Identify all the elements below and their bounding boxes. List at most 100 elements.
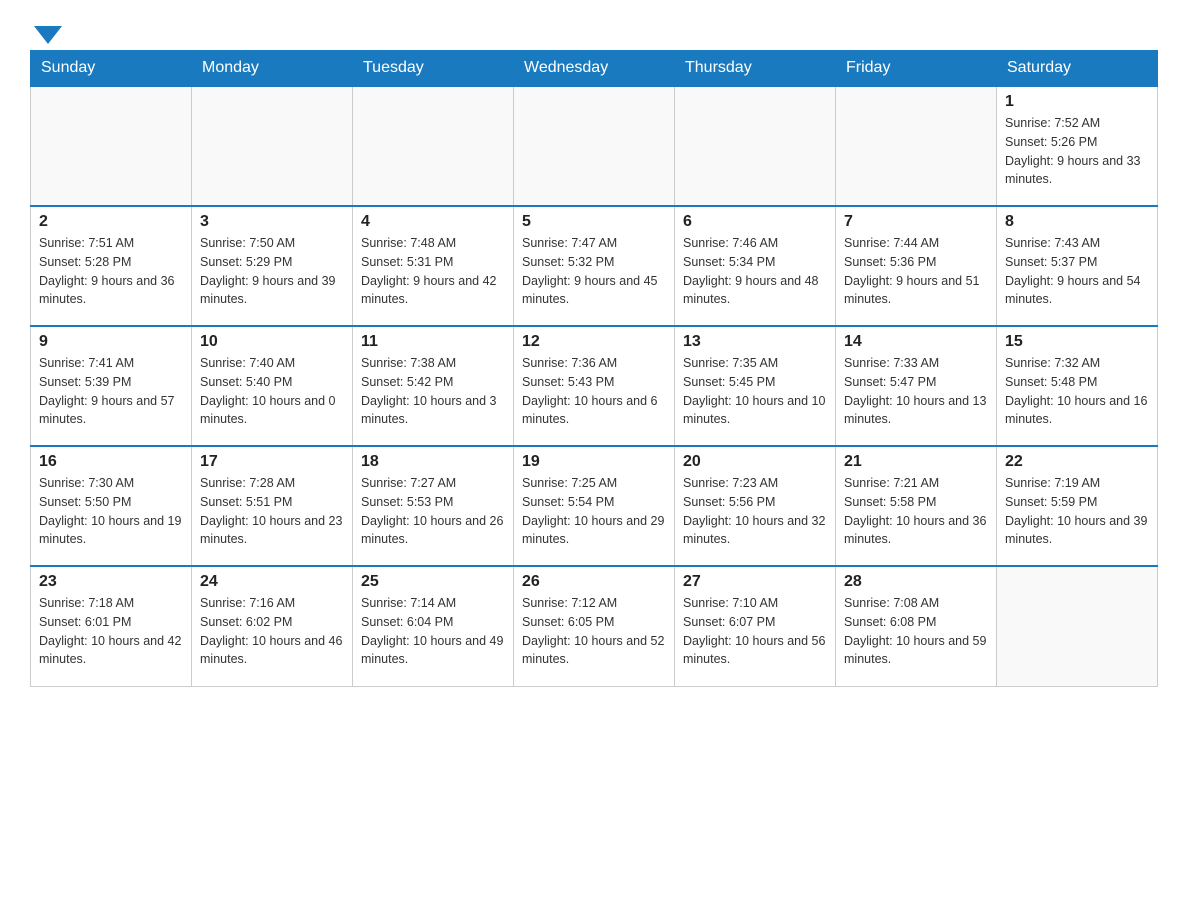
day-info: Sunrise: 7:16 AMSunset: 6:02 PMDaylight:… (200, 594, 344, 669)
day-info: Sunrise: 7:28 AMSunset: 5:51 PMDaylight:… (200, 474, 344, 549)
day-info: Sunrise: 7:38 AMSunset: 5:42 PMDaylight:… (361, 354, 505, 429)
day-info: Sunrise: 7:18 AMSunset: 6:01 PMDaylight:… (39, 594, 183, 669)
calendar-cell: 17 Sunrise: 7:28 AMSunset: 5:51 PMDayligh… (192, 446, 353, 566)
day-number: 10 (200, 333, 344, 351)
day-number: 23 (39, 573, 183, 591)
calendar-cell: 16 Sunrise: 7:30 AMSunset: 5:50 PMDayligh… (31, 446, 192, 566)
calendar-cell (836, 86, 997, 206)
day-of-week-header: Saturday (997, 51, 1158, 87)
calendar-cell: 28 Sunrise: 7:08 AMSunset: 6:08 PMDayligh… (836, 566, 997, 686)
day-of-week-header: Wednesday (514, 51, 675, 87)
day-of-week-header: Tuesday (353, 51, 514, 87)
calendar-cell (353, 86, 514, 206)
calendar-cell: 25 Sunrise: 7:14 AMSunset: 6:04 PMDayligh… (353, 566, 514, 686)
day-number: 3 (200, 213, 344, 231)
calendar-header-row: SundayMondayTuesdayWednesdayThursdayFrid… (31, 51, 1158, 87)
calendar-cell: 7 Sunrise: 7:44 AMSunset: 5:36 PMDaylight… (836, 206, 997, 326)
day-info: Sunrise: 7:27 AMSunset: 5:53 PMDaylight:… (361, 474, 505, 549)
calendar-cell: 26 Sunrise: 7:12 AMSunset: 6:05 PMDayligh… (514, 566, 675, 686)
day-number: 2 (39, 213, 183, 231)
day-info: Sunrise: 7:23 AMSunset: 5:56 PMDaylight:… (683, 474, 827, 549)
page-header (30, 20, 1158, 40)
day-info: Sunrise: 7:43 AMSunset: 5:37 PMDaylight:… (1005, 234, 1149, 309)
day-number: 1 (1005, 93, 1149, 111)
day-number: 19 (522, 453, 666, 471)
day-info: Sunrise: 7:21 AMSunset: 5:58 PMDaylight:… (844, 474, 988, 549)
day-number: 22 (1005, 453, 1149, 471)
day-number: 12 (522, 333, 666, 351)
calendar-cell: 13Sunrise: 7:35 AMSunset: 5:45 PMDayligh… (675, 326, 836, 446)
day-of-week-header: Monday (192, 51, 353, 87)
day-info: Sunrise: 7:35 AMSunset: 5:45 PMDaylight:… (683, 354, 827, 429)
day-number: 26 (522, 573, 666, 591)
calendar-cell: 12 Sunrise: 7:36 AMSunset: 5:43 PMDayligh… (514, 326, 675, 446)
day-info: Sunrise: 7:32 AMSunset: 5:48 PMDaylight:… (1005, 354, 1149, 429)
calendar-cell (31, 86, 192, 206)
logo (30, 20, 62, 40)
calendar-cell: 3 Sunrise: 7:50 AMSunset: 5:29 PMDaylight… (192, 206, 353, 326)
day-number: 4 (361, 213, 505, 231)
day-info: Sunrise: 7:46 AMSunset: 5:34 PMDaylight:… (683, 234, 827, 309)
day-number: 16 (39, 453, 183, 471)
calendar-cell: 8 Sunrise: 7:43 AMSunset: 5:37 PMDaylight… (997, 206, 1158, 326)
day-info: Sunrise: 7:30 AMSunset: 5:50 PMDaylight:… (39, 474, 183, 549)
day-of-week-header: Friday (836, 51, 997, 87)
day-info: Sunrise: 7:51 AMSunset: 5:28 PMDaylight:… (39, 234, 183, 309)
day-number: 9 (39, 333, 183, 351)
calendar-cell (675, 86, 836, 206)
day-number: 20 (683, 453, 827, 471)
calendar-week-row: 1 Sunrise: 7:52 AMSunset: 5:26 PMDaylight… (31, 86, 1158, 206)
calendar-cell: 15 Sunrise: 7:32 AMSunset: 5:48 PMDayligh… (997, 326, 1158, 446)
calendar-cell: 9 Sunrise: 7:41 AMSunset: 5:39 PMDaylight… (31, 326, 192, 446)
calendar-table: SundayMondayTuesdayWednesdayThursdayFrid… (30, 50, 1158, 687)
calendar-cell (997, 566, 1158, 686)
logo-arrow-icon (34, 26, 62, 44)
day-number: 11 (361, 333, 505, 351)
day-number: 28 (844, 573, 988, 591)
day-info: Sunrise: 7:25 AMSunset: 5:54 PMDaylight:… (522, 474, 666, 549)
day-number: 18 (361, 453, 505, 471)
calendar-cell: 19 Sunrise: 7:25 AMSunset: 5:54 PMDayligh… (514, 446, 675, 566)
calendar-cell: 20 Sunrise: 7:23 AMSunset: 5:56 PMDayligh… (675, 446, 836, 566)
calendar-week-row: 2 Sunrise: 7:51 AMSunset: 5:28 PMDaylight… (31, 206, 1158, 326)
calendar-cell: 2 Sunrise: 7:51 AMSunset: 5:28 PMDaylight… (31, 206, 192, 326)
calendar-week-row: 9 Sunrise: 7:41 AMSunset: 5:39 PMDaylight… (31, 326, 1158, 446)
day-info: Sunrise: 7:44 AMSunset: 5:36 PMDaylight:… (844, 234, 988, 309)
day-number: 27 (683, 573, 827, 591)
calendar-cell (192, 86, 353, 206)
day-info: Sunrise: 7:52 AMSunset: 5:26 PMDaylight:… (1005, 114, 1149, 189)
day-info: Sunrise: 7:08 AMSunset: 6:08 PMDaylight:… (844, 594, 988, 669)
day-of-week-header: Sunday (31, 51, 192, 87)
day-number: 7 (844, 213, 988, 231)
day-info: Sunrise: 7:48 AMSunset: 5:31 PMDaylight:… (361, 234, 505, 309)
day-number: 6 (683, 213, 827, 231)
calendar-cell: 10 Sunrise: 7:40 AMSunset: 5:40 PMDayligh… (192, 326, 353, 446)
day-number: 8 (1005, 213, 1149, 231)
day-info: Sunrise: 7:14 AMSunset: 6:04 PMDaylight:… (361, 594, 505, 669)
calendar-week-row: 16 Sunrise: 7:30 AMSunset: 5:50 PMDayligh… (31, 446, 1158, 566)
calendar-cell: 11 Sunrise: 7:38 AMSunset: 5:42 PMDayligh… (353, 326, 514, 446)
day-info: Sunrise: 7:36 AMSunset: 5:43 PMDaylight:… (522, 354, 666, 429)
calendar-cell: 4 Sunrise: 7:48 AMSunset: 5:31 PMDaylight… (353, 206, 514, 326)
day-of-week-header: Thursday (675, 51, 836, 87)
day-number: 24 (200, 573, 344, 591)
calendar-cell: 6 Sunrise: 7:46 AMSunset: 5:34 PMDaylight… (675, 206, 836, 326)
day-info: Sunrise: 7:40 AMSunset: 5:40 PMDaylight:… (200, 354, 344, 429)
day-number: 25 (361, 573, 505, 591)
day-info: Sunrise: 7:47 AMSunset: 5:32 PMDaylight:… (522, 234, 666, 309)
day-info: Sunrise: 7:50 AMSunset: 5:29 PMDaylight:… (200, 234, 344, 309)
calendar-cell: 1 Sunrise: 7:52 AMSunset: 5:26 PMDaylight… (997, 86, 1158, 206)
day-number: 15 (1005, 333, 1149, 351)
day-info: Sunrise: 7:41 AMSunset: 5:39 PMDaylight:… (39, 354, 183, 429)
calendar-cell (514, 86, 675, 206)
day-number: 21 (844, 453, 988, 471)
day-number: 14 (844, 333, 988, 351)
calendar-cell: 22 Sunrise: 7:19 AMSunset: 5:59 PMDayligh… (997, 446, 1158, 566)
day-info: Sunrise: 7:12 AMSunset: 6:05 PMDaylight:… (522, 594, 666, 669)
day-info: Sunrise: 7:10 AMSunset: 6:07 PMDaylight:… (683, 594, 827, 669)
calendar-cell: 27 Sunrise: 7:10 AMSunset: 6:07 PMDayligh… (675, 566, 836, 686)
calendar-week-row: 23 Sunrise: 7:18 AMSunset: 6:01 PMDayligh… (31, 566, 1158, 686)
day-number: 17 (200, 453, 344, 471)
day-info: Sunrise: 7:19 AMSunset: 5:59 PMDaylight:… (1005, 474, 1149, 549)
calendar-cell: 14Sunrise: 7:33 AMSunset: 5:47 PMDayligh… (836, 326, 997, 446)
